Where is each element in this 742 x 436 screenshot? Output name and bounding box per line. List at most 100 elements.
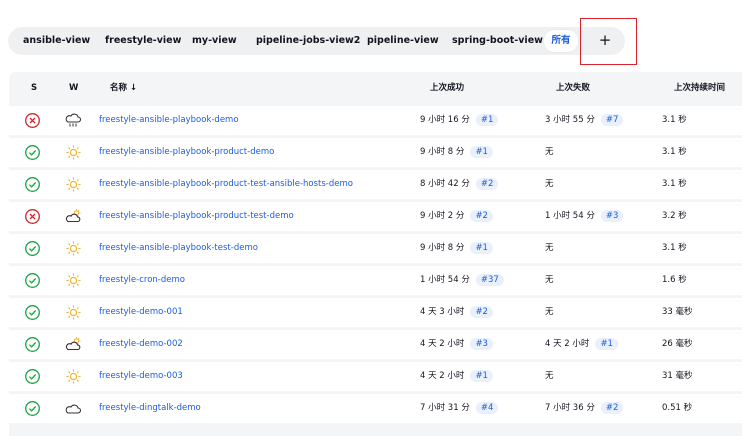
last-duration-cell: 3.1 秒 (662, 243, 687, 253)
cloudy-weather-icon (65, 400, 82, 417)
success-status-icon (24, 176, 41, 193)
last-success-build-link[interactable]: #1 (470, 146, 493, 158)
last-success-time: 4 天 2 小时 (420, 339, 465, 349)
last-failure-cell: 3 小时 55 分 #7 (545, 106, 624, 135)
last-duration-cell: 3.1 秒 (662, 179, 687, 189)
table-row: freestyle-ansible-playbook-demo 9 小时 16 分… (9, 106, 742, 135)
sunny-weather-icon (65, 176, 82, 193)
table-row: freestyle-demo-002 4 天 2 小时 #3 4 天 2 小时 #1 26… (9, 330, 742, 359)
tab-pipeline-view[interactable]: pipeline-view (367, 27, 439, 55)
last-failure-build-link[interactable]: #2 (600, 402, 624, 414)
last-failure-cell: 7 小时 36 分 #2 (545, 394, 624, 423)
success-status-icon (24, 304, 41, 321)
table-row: freestyle-demo-001 4 天 3 小时 #2 无 33 毫秒 (9, 298, 742, 327)
last-success-time: 1 小时 54 分 (420, 275, 470, 285)
last-success-cell: 9 小时 16 分 #1 (420, 106, 499, 135)
table-row: freestyle-ansible-playbook-product-demo 9… (9, 138, 742, 167)
last-success-build-link[interactable]: #1 (475, 114, 499, 126)
last-success-build-link[interactable]: #3 (470, 338, 493, 350)
sunny-weather-icon (65, 272, 82, 289)
last-failure-time: 7 小时 36 分 (545, 403, 595, 413)
last-failure-build-link[interactable]: #7 (600, 114, 624, 126)
job-name-link[interactable]: freestyle-demo-002 (99, 330, 183, 359)
last-success-build-link[interactable]: #1 (470, 370, 493, 382)
last-success-build-link[interactable]: #2 (470, 306, 493, 318)
last-success-build-link[interactable]: #2 (470, 210, 493, 222)
last-duration-cell: 1.6 秒 (662, 275, 687, 285)
last-failure-time: 4 天 2 小时 (545, 339, 590, 349)
success-status-icon (24, 272, 41, 289)
tab-ansible-view[interactable]: ansible-view (23, 27, 90, 55)
tab-spring-boot-view[interactable]: spring-boot-view (452, 27, 543, 55)
sunny-weather-icon (65, 144, 82, 161)
last-success-build-link[interactable]: #4 (475, 402, 499, 414)
success-status-icon (24, 368, 41, 385)
rain-weather-icon (65, 112, 82, 129)
last-success-time: 9 小时 16 分 (420, 115, 470, 125)
header-name[interactable]: 名称 ↓ (110, 72, 137, 105)
tab-freestyle-view[interactable]: freestyle-view (105, 27, 181, 55)
success-status-icon (24, 240, 41, 257)
last-success-cell: 4 天 2 小时 #1 (420, 362, 493, 391)
failed-status-icon (24, 208, 41, 225)
job-name-link[interactable]: freestyle-ansible-playbook-product-demo (99, 138, 274, 167)
table-row: freestyle-ansible-playbook-test-demo 9 小时… (9, 234, 742, 263)
job-name-link[interactable]: freestyle-cron-demo (99, 266, 185, 295)
job-name-link[interactable]: freestyle-ansible-playbook-demo (99, 106, 239, 135)
table-row: freestyle-dingtalk-demo 7 小时 31 分 #4 7 小时 3… (9, 394, 742, 423)
success-status-icon (24, 400, 41, 417)
job-name-link[interactable]: freestyle-ansible-playbook-test-demo (99, 234, 258, 263)
job-name-link[interactable]: freestyle-demo-003 (99, 362, 183, 391)
last-success-time: 9 小时 8 分 (420, 147, 465, 157)
last-success-cell: 4 天 3 小时 #2 (420, 298, 493, 327)
sunny-weather-icon (65, 368, 82, 385)
sunny-weather-icon (65, 304, 82, 321)
jobs-table: S W 名称 ↓ 上次成功 上次失败 上次持续时间 freestyle-ansi… (9, 72, 742, 436)
header-weather[interactable]: W (69, 72, 78, 105)
last-success-cell: 1 小时 54 分 #37 (420, 266, 504, 295)
last-failure-cell: 1 小时 54 分 #3 (545, 202, 624, 231)
header-last-failure[interactable]: 上次失败 (556, 72, 590, 105)
last-duration-cell: 3.1 秒 (662, 147, 687, 157)
view-tabs: ansible-view freestyle-view my-view pipe… (8, 27, 625, 55)
success-status-icon (24, 336, 41, 353)
tab-all[interactable]: 所有 (544, 30, 578, 52)
success-status-icon (24, 144, 41, 161)
header-status[interactable]: S (31, 72, 37, 105)
last-failure-cell: 无 (545, 138, 554, 167)
table-row: freestyle-cron-demo 1 小时 54 分 #37 无 1.6 秒 (9, 266, 742, 295)
last-failure-cell: 无 (545, 170, 554, 199)
table-row: freestyle-demo-003 4 天 2 小时 #1 无 31 毫秒 (9, 362, 742, 391)
job-name-link[interactable]: freestyle-dingtalk-demo (99, 394, 201, 423)
last-failure-cell: 无 (545, 298, 554, 327)
last-duration-cell: 26 毫秒 (662, 339, 693, 349)
last-failure-time: 无 (545, 275, 554, 285)
last-failure-build-link[interactable]: #1 (595, 338, 618, 350)
last-failure-cell: 4 天 2 小时 #1 (545, 330, 618, 359)
job-name-link[interactable]: freestyle-ansible-playbook-product-test-… (99, 202, 294, 231)
last-failure-cell: 无 (545, 266, 554, 295)
last-failure-time: 无 (545, 243, 554, 253)
last-success-time: 4 天 2 小时 (420, 371, 465, 381)
job-name-link[interactable]: freestyle-ansible-playbook-product-test-… (99, 170, 353, 199)
job-name-link[interactable]: freestyle-demo-001 (99, 298, 183, 327)
last-success-build-link[interactable]: #1 (470, 242, 493, 254)
partly-cloudy-weather-icon (65, 336, 82, 353)
last-duration-cell: 3.1 秒 (662, 115, 687, 125)
last-duration-cell: 0.51 秒 (662, 403, 693, 413)
last-success-cell: 7 小时 31 分 #4 (420, 394, 499, 423)
table-row: freestyle-ansible-playbook-product-test-… (9, 170, 742, 199)
last-success-time: 9 小时 8 分 (420, 243, 465, 253)
last-failure-build-link[interactable]: #3 (600, 210, 624, 222)
header-last-duration[interactable]: 上次持续时间 (674, 72, 725, 105)
tab-my-view[interactable]: my-view (192, 27, 237, 55)
header-last-success[interactable]: 上次成功 (430, 72, 464, 105)
tab-pipeline-jobs-view2[interactable]: pipeline-jobs-view2 (256, 27, 360, 55)
last-failure-time: 无 (545, 179, 554, 189)
last-duration-cell: 33 毫秒 (662, 307, 693, 317)
last-success-build-link[interactable]: #2 (475, 178, 499, 190)
last-success-cell: 9 小时 8 分 #1 (420, 234, 493, 263)
add-view-button[interactable]: + (595, 28, 615, 52)
last-success-cell: 4 天 2 小时 #3 (420, 330, 493, 359)
last-success-build-link[interactable]: #37 (475, 274, 504, 286)
